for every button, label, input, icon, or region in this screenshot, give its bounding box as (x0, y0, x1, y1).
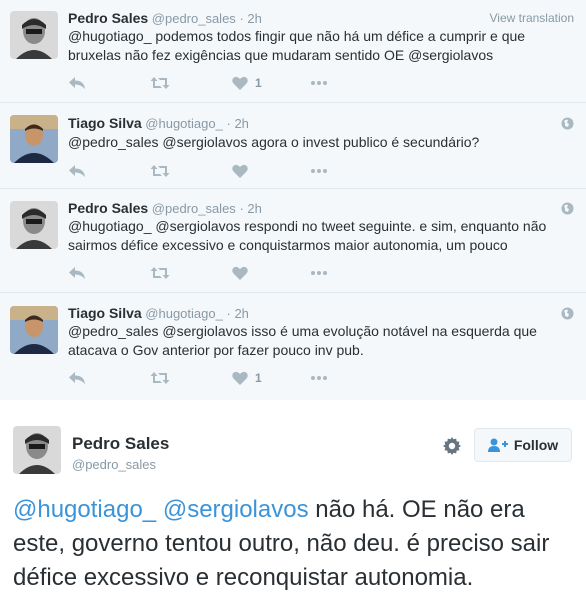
avatar[interactable] (10, 306, 58, 354)
mention-link[interactable]: @hugotiago_ (13, 496, 156, 523)
author-name[interactable]: Pedro Sales (72, 434, 169, 454)
tweet-header: Tiago Silva @hugotiago_ · 2h (68, 305, 249, 321)
conversation-thread: Pedro Sales @pedro_sales · 2h View trans… (0, 0, 586, 400)
tweet-text: @hugotiago_ @sergiolavos respondi no twe… (68, 218, 547, 253)
globe-icon[interactable] (561, 117, 574, 130)
avatar[interactable] (13, 426, 61, 474)
avatar[interactable] (10, 115, 58, 163)
more-icon (311, 169, 327, 173)
author-name[interactable]: Tiago Silva (68, 115, 142, 131)
more-button[interactable] (310, 161, 328, 181)
like-button[interactable]: 1 (232, 368, 262, 388)
author-handle[interactable]: @pedro_sales (152, 201, 236, 216)
heart-icon (232, 164, 248, 178)
tweet[interactable]: Tiago Silva @hugotiago_ · 2h @pedro_sale… (0, 293, 586, 400)
mention-link[interactable]: @sergiolavos (163, 496, 309, 523)
author-handle[interactable]: @hugotiago_ (145, 306, 223, 321)
follow-button[interactable]: Follow (474, 428, 572, 462)
more-button[interactable] (310, 263, 328, 283)
more-icon (311, 376, 327, 380)
reply-button[interactable] (68, 368, 86, 388)
author-handle[interactable]: @pedro_sales (72, 457, 156, 472)
retweet-button[interactable] (150, 73, 170, 93)
avatar[interactable] (10, 11, 58, 59)
more-button[interactable] (310, 368, 328, 388)
avatar[interactable] (10, 201, 58, 249)
globe-icon[interactable] (561, 202, 574, 215)
retweet-button[interactable] (150, 368, 170, 388)
author-name[interactable]: Pedro Sales (68, 10, 148, 26)
separator: · (226, 116, 231, 131)
retweet-icon (150, 267, 170, 279)
more-button[interactable] (310, 73, 328, 93)
author-handle[interactable]: @pedro_sales (152, 11, 236, 26)
tweet-header: Tiago Silva @hugotiago_ · 2h (68, 115, 249, 131)
reply-icon (69, 372, 85, 384)
author-name[interactable]: Tiago Silva (68, 305, 142, 321)
add-user-icon (487, 438, 508, 452)
like-button[interactable]: 1 (232, 73, 262, 93)
reply-icon (69, 267, 85, 279)
author-name[interactable]: Pedro Sales (68, 200, 148, 216)
like-count: 1 (255, 371, 262, 385)
tweet-header: Pedro Sales @pedro_sales · 2h (68, 10, 262, 26)
globe-icon[interactable] (561, 307, 574, 320)
timestamp[interactable]: 2h (247, 201, 261, 216)
tweet-text: @hugotiago_ podemos todos fingir que não… (68, 28, 526, 63)
reply-icon (69, 77, 85, 89)
retweet-icon (150, 165, 170, 177)
more-icon (311, 271, 327, 275)
like-count: 1 (255, 76, 262, 90)
retweet-icon (150, 77, 170, 89)
like-button[interactable] (232, 263, 255, 283)
retweet-button[interactable] (150, 263, 170, 283)
tweet[interactable]: Pedro Sales @pedro_sales · 2h View trans… (0, 0, 586, 103)
reply-button[interactable] (68, 263, 86, 283)
reply-button[interactable] (68, 161, 86, 181)
timestamp[interactable]: 2h (234, 116, 248, 131)
reply-button[interactable] (68, 73, 86, 93)
heart-icon (232, 266, 248, 280)
tweet[interactable]: Tiago Silva @hugotiago_ · 2h @pedro_sale… (0, 103, 586, 189)
separator: · (239, 201, 244, 216)
heart-icon (232, 371, 248, 385)
main-tweet-text: @hugotiago_ @sergiolavos não há. OE não … (13, 493, 578, 595)
separator: · (239, 11, 244, 26)
reply-icon (69, 165, 85, 177)
tweet-text: @pedro_sales @sergiolavos isso é uma evo… (68, 323, 537, 358)
like-button[interactable] (232, 161, 255, 181)
gear-icon[interactable] (443, 437, 461, 455)
tweet-header: Pedro Sales @pedro_sales · 2h (68, 200, 262, 216)
retweet-button[interactable] (150, 161, 170, 181)
timestamp[interactable]: 2h (247, 11, 261, 26)
tweet[interactable]: Pedro Sales @pedro_sales · 2h @hugotiago… (0, 189, 586, 293)
retweet-icon (150, 372, 170, 384)
follow-label: Follow (513, 437, 559, 453)
more-icon (311, 81, 327, 85)
timestamp[interactable]: 2h (234, 306, 248, 321)
heart-icon (232, 76, 248, 90)
view-translation-link[interactable]: View translation (490, 11, 575, 25)
tweet-text: @pedro_sales @sergiolavos agora o invest… (68, 134, 480, 150)
separator: · (226, 306, 231, 321)
author-handle[interactable]: @hugotiago_ (145, 116, 223, 131)
